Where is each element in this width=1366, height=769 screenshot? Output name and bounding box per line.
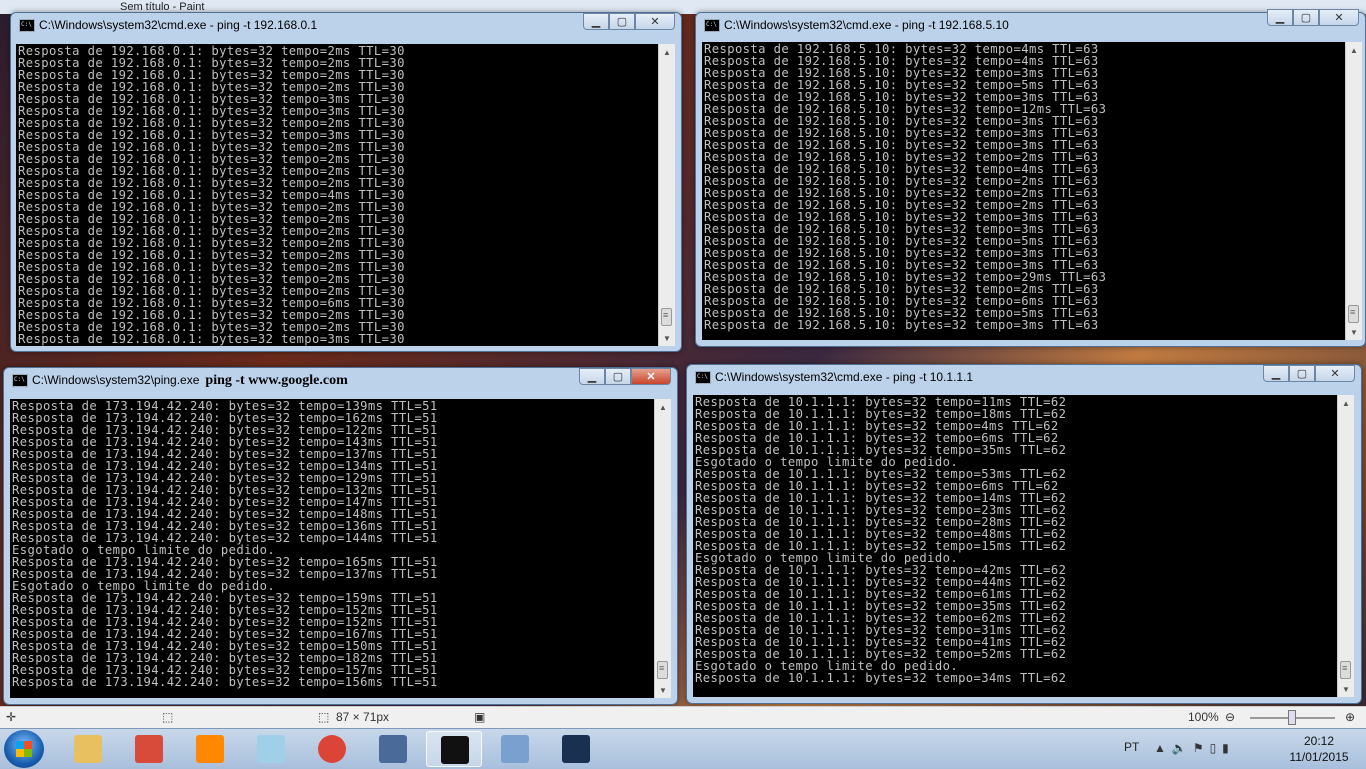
save-icon: ▣ <box>474 710 486 724</box>
scroll-down-icon[interactable]: ▼ <box>1346 324 1362 340</box>
minimize-button[interactable]: ▁ <box>583 13 609 30</box>
scroll-thumb[interactable] <box>657 661 668 679</box>
window-title: C:\Windows\system32\cmd.exe - ping -t 19… <box>724 18 1009 32</box>
close-button[interactable]: ✕ <box>1315 365 1355 382</box>
zoom-level: 100% <box>1188 710 1219 724</box>
windows-explorer-icon <box>74 735 102 763</box>
scroll-up-icon[interactable]: ▲ <box>1338 395 1354 411</box>
titlebar[interactable]: C:\Windows\system32\cmd.exe - ping -t 10… <box>687 365 1361 389</box>
minimize-button[interactable]: ▁ <box>1263 365 1289 382</box>
taskbar-app-paint[interactable] <box>487 731 543 767</box>
vertical-scrollbar[interactable]: ▲ ▼ <box>658 44 675 346</box>
taskbar-app-cmd[interactable] <box>426 731 482 767</box>
cmd-icon <box>441 736 469 764</box>
scroll-down-icon[interactable]: ▼ <box>659 330 675 346</box>
scroll-down-icon[interactable]: ▼ <box>655 682 671 698</box>
console-output[interactable]: Resposta de 192.168.5.10: bytes=32 tempo… <box>702 42 1345 340</box>
titlebar[interactable]: C:\Windows\system32\cmd.exe - ping -t 19… <box>11 13 681 37</box>
maximize-button[interactable]: ▢ <box>605 368 631 385</box>
canvas-size-icon: ⬚ <box>318 710 330 724</box>
cmd-icon <box>695 371 711 384</box>
scroll-thumb[interactable] <box>1340 661 1351 679</box>
move-icon: ✛ <box>6 710 17 724</box>
titlebar[interactable]: C:\Windows\system32\cmd.exe - ping -t 19… <box>696 9 1365 37</box>
vertical-scrollbar[interactable]: ▲ ▼ <box>1337 395 1354 697</box>
vlc-icon <box>196 735 224 763</box>
taskbar-app-chrome[interactable] <box>304 731 360 767</box>
scroll-thumb[interactable] <box>661 308 672 326</box>
clock-time: 20:12 <box>1303 734 1335 748</box>
close-button[interactable]: ✕ <box>631 368 671 385</box>
window-title-command: ping -t www.google.com <box>205 373 348 388</box>
clock-date: 11/01/2015 <box>1289 750 1349 764</box>
clock[interactable]: 20:12 11/01/2015 <box>1284 733 1354 765</box>
console-output[interactable]: Resposta de 10.1.1.1: bytes=32 tempo=11m… <box>693 395 1337 697</box>
taskbar-app-media-center[interactable] <box>121 731 177 767</box>
window-title: C:\Windows\system32\cmd.exe - ping -t 19… <box>39 18 318 32</box>
console-line: Resposta de 173.194.42.240: bytes=32 tem… <box>12 675 438 689</box>
titlebar[interactable]: C:\Windows\system32\ping.exe ping -t www.… <box>4 368 677 392</box>
minimize-button[interactable]: ▁ <box>1267 9 1293 26</box>
console-line: Resposta de 192.168.5.10: bytes=32 tempo… <box>704 318 1099 332</box>
window-title: C:\Windows\system32\cmd.exe - ping -t 10… <box>715 370 974 384</box>
taskbar-app-notepad[interactable] <box>243 731 299 767</box>
league-of-legends-icon <box>562 735 590 763</box>
canvas-size: 87 × 71px <box>336 710 390 724</box>
cmd-window-192-168-0-1[interactable]: C:\Windows\system32\cmd.exe - ping -t 19… <box>10 12 682 352</box>
language-indicator[interactable]: PT <box>1124 740 1139 754</box>
maximize-button[interactable]: ▢ <box>1289 365 1315 382</box>
scroll-up-icon[interactable]: ▲ <box>1346 42 1362 58</box>
taskbar-app-league-of-legends[interactable] <box>548 731 604 767</box>
taskbar: PT ▲🔈⚑▯▮ 20:12 11/01/2015 <box>0 728 1366 769</box>
maximize-button[interactable]: ▢ <box>1293 9 1319 26</box>
close-button[interactable]: ✕ <box>1319 9 1359 26</box>
window-title: C:\Windows\system32\ping.exe ping -t www.… <box>32 373 348 389</box>
tray-icons[interactable]: ▲🔈⚑▯▮ <box>1154 741 1235 755</box>
zoom-slider-thumb[interactable] <box>1288 710 1296 725</box>
media-center-icon <box>135 735 163 763</box>
cmd-window-192-168-5-10[interactable]: C:\Windows\system32\cmd.exe - ping -t 19… <box>695 9 1366 347</box>
taskbar-app-document[interactable] <box>365 731 421 767</box>
scroll-up-icon[interactable]: ▲ <box>655 399 671 415</box>
console-output[interactable]: Resposta de 173.194.42.240: bytes=32 tem… <box>10 399 654 698</box>
cmd-icon <box>19 19 35 32</box>
taskbar-app-windows-explorer[interactable] <box>60 731 116 767</box>
minimize-button[interactable]: ▁ <box>579 368 605 385</box>
scroll-thumb[interactable] <box>1348 305 1359 323</box>
scroll-down-icon[interactable]: ▼ <box>1338 681 1354 697</box>
selection-icon: ⬚ <box>162 710 174 724</box>
zoom-in-button[interactable]: ⊕ <box>1345 710 1355 724</box>
scroll-up-icon[interactable]: ▲ <box>659 44 675 60</box>
cmd-window-10-1-1-1[interactable]: C:\Windows\system32\cmd.exe - ping -t 10… <box>686 364 1362 704</box>
chrome-icon <box>318 735 346 763</box>
notepad-icon <box>257 735 285 763</box>
paint-statusbar: ✛ ⬚ ⬚ 87 × 71px ▣ 100% ⊖ ⊕ <box>0 706 1366 729</box>
paint-icon <box>501 735 529 763</box>
taskbar-app-vlc[interactable] <box>182 731 238 767</box>
vertical-scrollbar[interactable]: ▲ ▼ <box>1345 42 1362 340</box>
maximize-button[interactable]: ▢ <box>609 13 635 30</box>
zoom-out-button[interactable]: ⊖ <box>1225 710 1235 724</box>
window-title-path: C:\Windows\system32\ping.exe <box>32 373 200 387</box>
ping-window-google[interactable]: C:\Windows\system32\ping.exe ping -t www.… <box>3 367 678 705</box>
close-button[interactable]: ✕ <box>635 13 675 30</box>
console-output[interactable]: Resposta de 192.168.0.1: bytes=32 tempo=… <box>16 44 658 346</box>
document-icon <box>379 735 407 763</box>
cmd-icon <box>704 19 720 32</box>
console-line: Resposta de 10.1.1.1: bytes=32 tempo=34m… <box>695 671 1067 685</box>
console-line: Resposta de 192.168.0.1: bytes=32 tempo=… <box>18 332 405 346</box>
vertical-scrollbar[interactable]: ▲ ▼ <box>654 399 671 698</box>
cmd-icon <box>12 374 28 387</box>
start-button[interactable] <box>4 730 44 768</box>
